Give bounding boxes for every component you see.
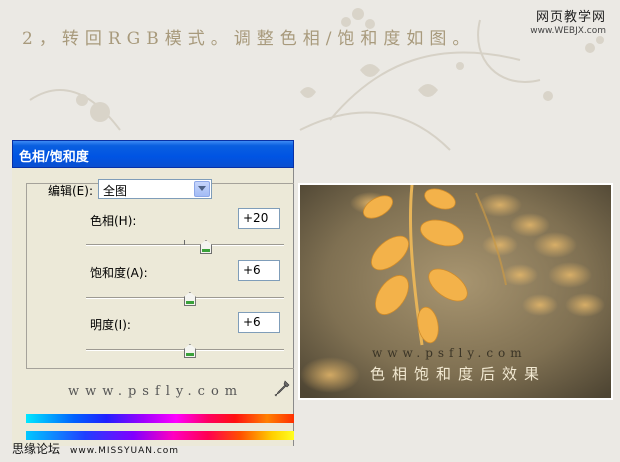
footer-credit: 思缘论坛 www.MISSYUAN.com xyxy=(12,440,179,457)
instruction-text: 2，转回RGB模式。调整色相/饱和度如图。 xyxy=(22,29,476,49)
hue-label: 色相(H): xyxy=(90,214,137,228)
edit-select-value: 全图 xyxy=(103,184,128,198)
result-photo: www.psfly.com 色相饱和度后效果 xyxy=(298,183,613,400)
hue-slider-center-tick xyxy=(184,240,185,245)
edit-label: 编辑(E): xyxy=(48,184,93,198)
footer-url: www.MISSYUAN.com xyxy=(70,446,180,456)
hue-input[interactable]: +20 xyxy=(238,208,280,229)
hue-saturation-dialog: 色相/饱和度 编辑(E): 全图 色相(H): +20 饱和度(A): +6 明… xyxy=(12,140,294,446)
site-logo: 网页教学网 www.WEBJX.com xyxy=(530,6,606,36)
hue-slider-track[interactable] xyxy=(86,244,284,246)
lightness-label: 明度(I): xyxy=(90,318,131,332)
edit-select[interactable]: 全图 xyxy=(98,179,212,199)
chevron-down-icon[interactable] xyxy=(194,181,210,197)
eyedropper-icon[interactable] xyxy=(274,380,290,398)
photo-caption: 色相饱和度后效果 xyxy=(370,365,547,383)
photo-watermark-url: www.psfly.com xyxy=(372,346,527,360)
dialog-watermark: www.psfly.com xyxy=(68,384,244,399)
site-logo-name: 网页教学网 xyxy=(535,10,606,25)
dialog-titlebar[interactable]: 色相/饱和度 xyxy=(12,140,294,168)
dialog-title: 色相/饱和度 xyxy=(19,150,89,165)
input-color-bar xyxy=(26,414,294,423)
lightness-input[interactable]: +6 xyxy=(238,312,280,333)
saturation-input[interactable]: +6 xyxy=(238,260,280,281)
saturation-label: 饱和度(A): xyxy=(90,266,148,280)
footer-forum-name: 思缘论坛 xyxy=(12,442,61,456)
output-color-bar xyxy=(26,431,294,440)
site-logo-url: www.WEBJX.com xyxy=(530,26,606,36)
